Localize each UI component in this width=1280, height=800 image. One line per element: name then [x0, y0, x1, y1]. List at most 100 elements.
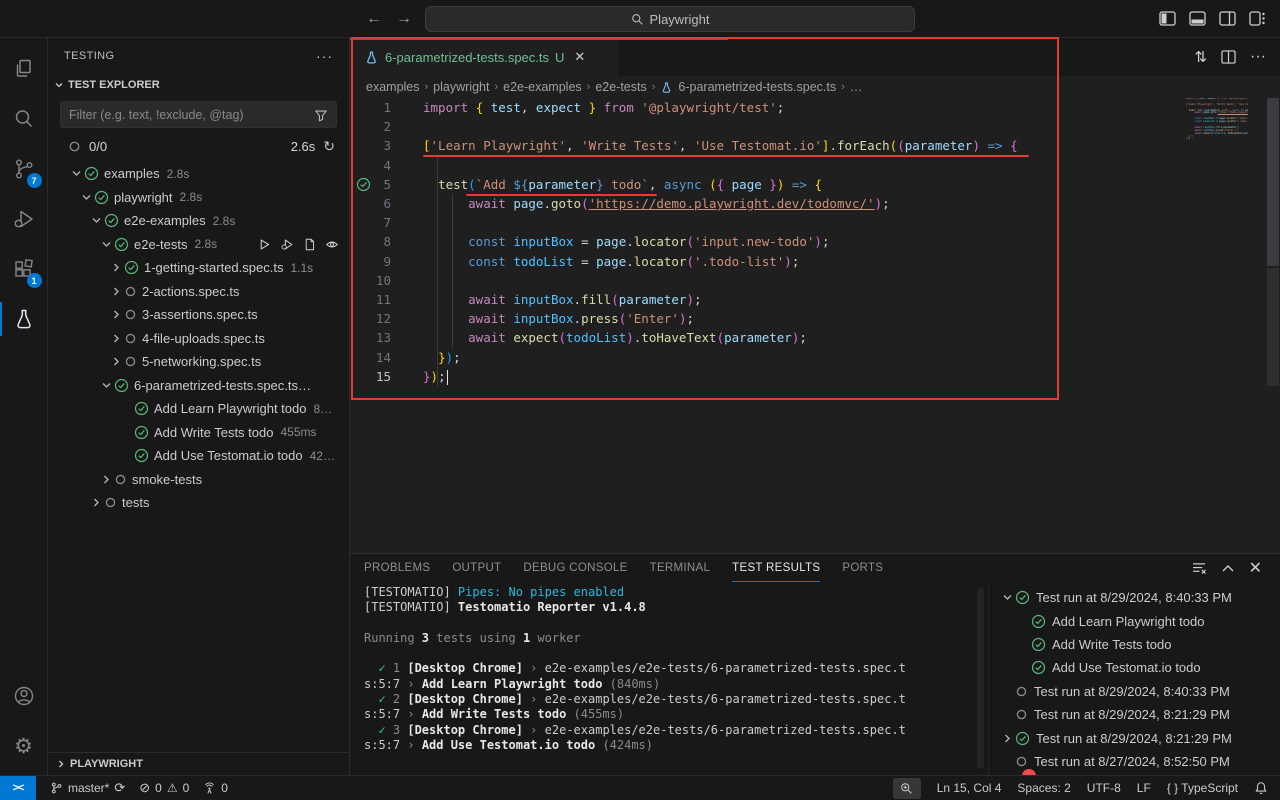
- remote-indicator[interactable]: ><: [0, 776, 36, 800]
- code-line-8[interactable]: 8 const inputBox = page.locator('input.n…: [350, 232, 1280, 251]
- refresh-tests-icon[interactable]: ↻: [323, 138, 335, 155]
- tree-item-tests[interactable]: tests: [48, 491, 349, 515]
- editor-more-icon[interactable]: ···: [1250, 48, 1266, 66]
- code-line-6[interactable]: 6 await page.goto('https://demo.playwrig…: [350, 194, 1280, 213]
- encoding-status[interactable]: UTF-8: [1087, 781, 1121, 795]
- run-tests-icon[interactable]: [258, 238, 271, 251]
- test-run-item[interactable]: Test run at 8/29/2024, 8:40:33 PM: [989, 680, 1280, 703]
- breadcrumb-item[interactable]: 6-parametrized-tests.spec.ts: [678, 80, 836, 94]
- tree-item-add-write-tests-todo[interactable]: Add Write Tests todo455ms: [48, 421, 349, 445]
- panel-tab-ports[interactable]: PORTS: [842, 554, 883, 582]
- panel-tab-problems[interactable]: PROBLEMS: [364, 554, 430, 582]
- tree-item-smoke-tests[interactable]: smoke-tests: [48, 468, 349, 492]
- toggle-secondary-sidebar-icon[interactable]: [1219, 11, 1236, 26]
- eol-status[interactable]: LF: [1137, 781, 1151, 795]
- toggle-panel-icon[interactable]: [1189, 11, 1206, 26]
- tab-6-parametrized-tests[interactable]: 6-parametrized-tests.spec.ts U ✕: [350, 38, 618, 76]
- test-results-output[interactable]: [TESTOMATIO] Pipes: No pipes enabled[TES…: [350, 582, 988, 775]
- goto-file-icon[interactable]: [303, 238, 316, 251]
- chevron-right-icon[interactable]: [111, 309, 122, 320]
- test-run-item[interactable]: Test run at 8/29/2024, 8:21:29 PM: [989, 703, 1280, 726]
- split-editor-icon[interactable]: [1221, 50, 1236, 64]
- chevron-right-icon[interactable]: [91, 497, 102, 508]
- breadcrumb-item[interactable]: examples: [366, 80, 420, 94]
- code-line-13[interactable]: 13 await expect(todoList).toHaveText(par…: [350, 328, 1280, 347]
- zoom-button[interactable]: [893, 778, 921, 799]
- chevron-right-icon[interactable]: [111, 262, 122, 273]
- settings-gear-icon[interactable]: ⚙: [0, 721, 48, 771]
- tree-item-2-actions-spec-ts[interactable]: 2-actions.spec.ts: [48, 280, 349, 304]
- problems-status[interactable]: ⊘ 0 ⚠ 0: [139, 780, 189, 796]
- panel-tab-debug-console[interactable]: DEBUG CONSOLE: [523, 554, 627, 582]
- account-icon[interactable]: [0, 671, 48, 721]
- open-changes-icon[interactable]: ⇅: [1194, 48, 1207, 66]
- terminal-scrollbar[interactable]: [977, 588, 984, 769]
- panel-tab-test-results[interactable]: TEST RESULTS: [732, 554, 820, 582]
- language-status[interactable]: { } TypeScript: [1167, 781, 1238, 795]
- debug-tests-icon[interactable]: [280, 238, 294, 251]
- test-filter-input[interactable]: Filter (e.g. text, !exclude, @tag): [60, 101, 337, 128]
- code-line-9[interactable]: 9 const todoList = page.locator('.todo-l…: [350, 252, 1280, 271]
- chevron-down-icon[interactable]: [91, 215, 102, 226]
- cursor-position[interactable]: Ln 15, Col 4: [937, 781, 1002, 795]
- chevron-down-icon[interactable]: [101, 380, 112, 391]
- chevron-down-icon[interactable]: [71, 168, 82, 179]
- ports-status[interactable]: 0: [203, 781, 228, 795]
- code-line-7[interactable]: 7: [350, 213, 1280, 232]
- code-line-12[interactable]: 12 await inputBox.press('Enter');: [350, 309, 1280, 328]
- playwright-section-header[interactable]: PLAYWRIGHT: [48, 752, 349, 775]
- run-debug-icon[interactable]: [0, 194, 48, 244]
- search-sidebar-icon[interactable]: [0, 94, 48, 144]
- code-line-4[interactable]: 4: [350, 156, 1280, 175]
- code-line-11[interactable]: 11 await inputBox.fill(parameter);: [350, 290, 1280, 309]
- tree-item-add-use-testomat-io-todo[interactable]: Add Use Testomat.io todo42…: [48, 444, 349, 468]
- tree-item-examples[interactable]: examples2.8s: [48, 162, 349, 186]
- tree-item-add-learn-playwright-todo[interactable]: Add Learn Playwright todo8…: [48, 397, 349, 421]
- chevron-down-icon[interactable]: [101, 239, 112, 250]
- git-branch-status[interactable]: master* ⟳: [50, 780, 125, 796]
- explorer-icon[interactable]: [0, 44, 48, 94]
- panel-tab-output[interactable]: OUTPUT: [452, 554, 501, 582]
- breadcrumb-item[interactable]: e2e-tests: [595, 80, 646, 94]
- test-run-item[interactable]: Test run at 8/29/2024, 8:40:33 PM: [989, 586, 1280, 609]
- maximize-panel-icon[interactable]: [1222, 564, 1234, 572]
- toggle-sidebar-icon[interactable]: [1159, 11, 1176, 26]
- customize-layout-icon[interactable]: [1249, 11, 1266, 26]
- tree-item-4-file-uploads-spec-ts[interactable]: 4-file-uploads.spec.ts: [48, 327, 349, 351]
- chevron-right-icon[interactable]: [111, 333, 122, 344]
- nav-forward-icon[interactable]: →: [396, 10, 412, 28]
- chevron-down-icon[interactable]: [1002, 592, 1013, 603]
- chevron-right-icon[interactable]: [111, 356, 122, 367]
- tree-item-playwright[interactable]: playwright2.8s: [48, 186, 349, 210]
- command-center-search[interactable]: Playwright: [425, 6, 915, 32]
- code-line-15[interactable]: 15});: [350, 367, 1280, 386]
- source-control-icon[interactable]: 7: [0, 144, 48, 194]
- tab-close-icon[interactable]: ✕: [574, 49, 585, 65]
- extensions-icon[interactable]: 1: [0, 244, 48, 294]
- notifications-bell-icon[interactable]: [1254, 781, 1268, 795]
- code-line-2[interactable]: 2: [350, 117, 1280, 136]
- test-explorer-header[interactable]: TEST EXPLORER: [48, 73, 349, 97]
- chevron-right-icon[interactable]: [101, 474, 112, 485]
- code-line-10[interactable]: 10: [350, 271, 1280, 290]
- panel-tab-terminal[interactable]: TERMINAL: [650, 554, 711, 582]
- test-run-item[interactable]: Add Write Tests todo: [989, 633, 1280, 656]
- code-line-1[interactable]: 1import { test, expect } from '@playwrig…: [350, 98, 1280, 117]
- test-run-item[interactable]: Test run at 8/29/2024, 8:21:29 PM: [989, 726, 1280, 749]
- tree-item-3-assertions-spec-ts[interactable]: 3-assertions.spec.ts: [48, 303, 349, 327]
- tree-item-5-networking-spec-ts[interactable]: 5-networking.spec.ts: [48, 350, 349, 374]
- clear-output-icon[interactable]: [1192, 562, 1207, 575]
- gutter-test-pass-icon[interactable]: [356, 177, 371, 192]
- test-run-item[interactable]: Add Use Testomat.io todo: [989, 656, 1280, 679]
- indentation-status[interactable]: Spaces: 2: [1017, 781, 1070, 795]
- test-run-item[interactable]: Add Learn Playwright todo: [989, 609, 1280, 632]
- code-line-3[interactable]: 3['Learn Playwright', 'Write Tests', 'Us…: [350, 136, 1280, 155]
- breadcrumb-item[interactable]: e2e-examples: [503, 80, 582, 94]
- breadcrumb-item[interactable]: playwright: [433, 80, 489, 94]
- nav-back-icon[interactable]: ←: [366, 10, 382, 28]
- tree-item-1-getting-started-spec-ts[interactable]: 1-getting-started.spec.ts1.1s: [48, 256, 349, 280]
- chevron-right-icon[interactable]: [111, 286, 122, 297]
- sidebar-more-icon[interactable]: ···: [316, 48, 333, 64]
- chevron-down-icon[interactable]: [81, 192, 92, 203]
- close-panel-icon[interactable]: ✕: [1249, 558, 1262, 578]
